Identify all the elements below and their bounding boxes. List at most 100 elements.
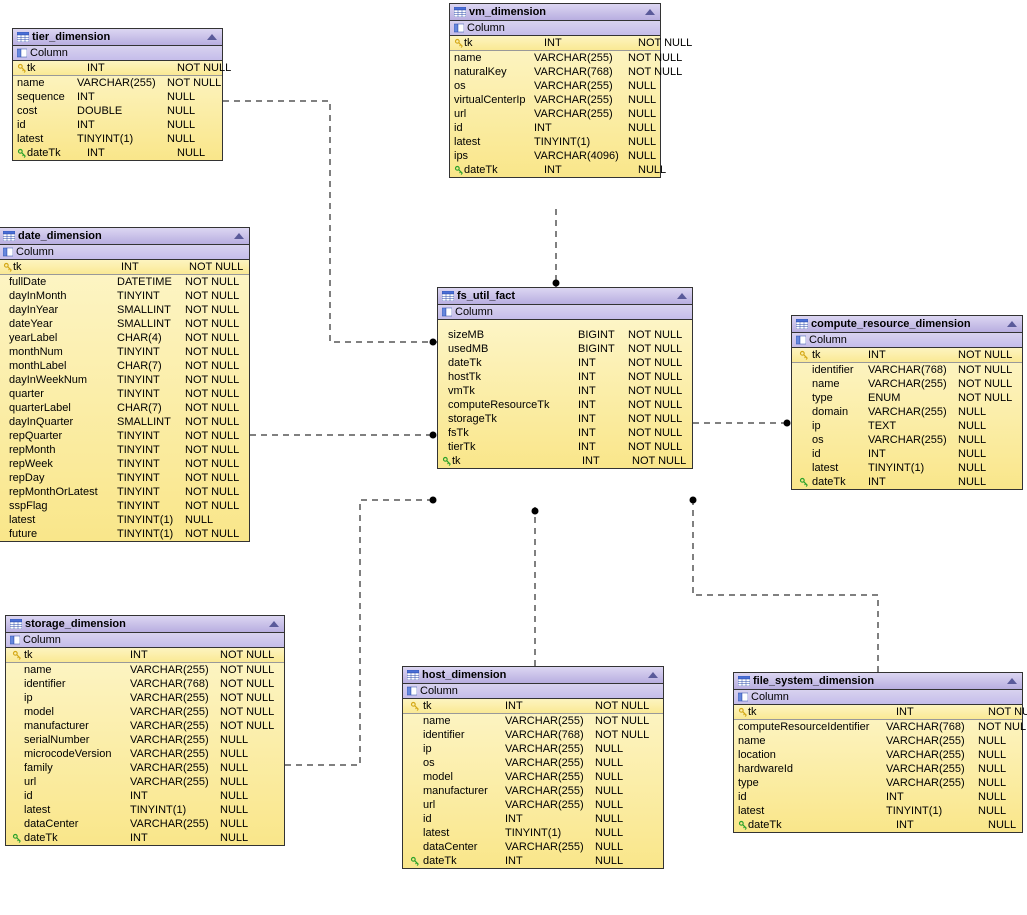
column-type: VARCHAR(255): [130, 748, 220, 760]
collapse-icon[interactable]: [1006, 677, 1018, 685]
column-type: INT: [544, 164, 638, 176]
column-null: NOT NULL: [185, 304, 245, 316]
column-null: NULL: [595, 841, 655, 853]
relationship-end-icon: [553, 280, 560, 287]
entity-file_system_dimension[interactable]: file_system_dimensionColumntkINTNOT NULL…: [733, 672, 1023, 833]
column-type: VARCHAR(255): [130, 706, 220, 718]
column-type: VARCHAR(768): [868, 364, 958, 376]
entity-header[interactable]: tier_dimension: [13, 29, 222, 46]
column-row: dateTkINTNOT NULL: [438, 356, 692, 370]
column-type: TINYINT(1): [117, 514, 185, 526]
column-row: dayInWeekNumTINYINTNOT NULL: [0, 373, 249, 387]
column-type: TINYINT(1): [886, 805, 978, 817]
column-type: VARCHAR(255): [505, 841, 595, 853]
entity-vm_dimension[interactable]: vm_dimensionColumntkINTNOT NULLnameVARCH…: [449, 3, 661, 178]
entity-title: tier_dimension: [32, 31, 110, 43]
column-row: nameVARCHAR(255)NOT NULL: [792, 377, 1022, 391]
primary-key-icon: [17, 63, 27, 73]
column-null: NOT NULL: [628, 329, 688, 341]
column-row: dateTkINTNULL: [6, 831, 284, 845]
column-name: sequence: [17, 91, 77, 103]
column-list: tkINTNOT NULLnameVARCHAR(255)NOT NULLseq…: [13, 61, 222, 160]
column-row: virtualCenterIpVARCHAR(255)NULL: [450, 93, 660, 107]
column-label: Column: [809, 334, 847, 346]
collapse-icon[interactable]: [647, 671, 659, 679]
entity-header[interactable]: file_system_dimension: [734, 673, 1022, 690]
column-null: NULL: [167, 133, 227, 145]
column-type: TINYINT: [117, 290, 185, 302]
column-type: INT: [886, 791, 978, 803]
column-row: nameVARCHAR(255)NOT NULL: [403, 714, 663, 728]
column-null: NOT NULL: [185, 374, 245, 386]
primary-key-icon: [454, 38, 464, 48]
column-null: NULL: [628, 80, 688, 92]
column-type: VARCHAR(255): [886, 735, 978, 747]
column-name: identifier: [423, 729, 505, 741]
collapse-icon[interactable]: [233, 232, 245, 240]
collapse-icon[interactable]: [206, 33, 218, 41]
entity-header[interactable]: storage_dimension: [6, 616, 284, 633]
entity-header[interactable]: fs_util_fact: [438, 288, 692, 305]
column-type: INT: [578, 413, 628, 425]
column-null: NOT NULL: [177, 62, 237, 74]
column-type: VARCHAR(255): [534, 94, 628, 106]
column-null: NOT NULL: [185, 388, 245, 400]
entity-header[interactable]: host_dimension: [403, 667, 663, 684]
column-label: Column: [420, 685, 458, 697]
column-name: dayInMonth: [9, 290, 117, 302]
column-name: ip: [24, 692, 130, 704]
column-null: NOT NULL: [185, 402, 245, 414]
column-type: TINYINT(1): [77, 133, 167, 145]
column-label: Column: [455, 306, 493, 318]
entity-subheader: Column: [0, 245, 249, 260]
entity-title: fs_util_fact: [457, 290, 515, 302]
entity-header[interactable]: vm_dimension: [450, 4, 660, 21]
column-row: ipsVARCHAR(4096)NULL: [450, 149, 660, 163]
column-type: VARCHAR(255): [130, 818, 220, 830]
column-null: NULL: [978, 735, 1027, 747]
entity-header[interactable]: date_dimension: [0, 228, 249, 245]
entity-host_dimension[interactable]: host_dimensionColumntkINTNOT NULLnameVAR…: [402, 666, 664, 869]
entity-storage_dimension[interactable]: storage_dimensionColumntkINTNOT NULLname…: [5, 615, 285, 846]
entity-compute_resource_dimension[interactable]: compute_resource_dimensionColumntkINTNOT…: [791, 315, 1023, 490]
collapse-icon[interactable]: [644, 8, 656, 16]
column-type: INT: [578, 371, 628, 383]
column-list: tkINTNOT NULLnameVARCHAR(255)NOT NULLide…: [6, 648, 284, 845]
column-null: NOT NULL: [220, 720, 280, 732]
column-type: VARCHAR(255): [130, 734, 220, 746]
collapse-icon[interactable]: [268, 620, 280, 628]
column-row: sspFlagTINYINTNOT NULL: [0, 499, 249, 513]
column-type: INT: [896, 706, 988, 718]
column-name: ips: [454, 150, 534, 162]
column-name: name: [812, 378, 868, 390]
column-row: repMonthTINYINTNOT NULL: [0, 443, 249, 457]
entity-date_dimension[interactable]: date_dimensionColumntkINTNOT NULLfullDat…: [0, 227, 250, 542]
entity-fs_util_fact[interactable]: fs_util_factColumnsizeMBBIGINTNOT NULLus…: [437, 287, 693, 469]
column-null: NOT NULL: [220, 678, 280, 690]
column-name: computeResourceTk: [448, 399, 578, 411]
column-null: NULL: [978, 763, 1027, 775]
column-name: sspFlag: [9, 500, 117, 512]
column-null: NOT NULL: [185, 416, 245, 428]
column-name: latest: [738, 805, 886, 817]
column-name: tk: [452, 455, 582, 467]
column-type: TINYINT: [117, 346, 185, 358]
entity-header[interactable]: compute_resource_dimension: [792, 316, 1022, 333]
column-type: TINYINT: [117, 500, 185, 512]
collapse-icon[interactable]: [676, 292, 688, 300]
column-type: INT: [505, 700, 595, 712]
column-null: NOT NULL: [595, 700, 655, 712]
entity-tier_dimension[interactable]: tier_dimensionColumntkINTNOT NULLnameVAR…: [12, 28, 223, 161]
column-name: dayInQuarter: [9, 416, 117, 428]
column-type: VARCHAR(255): [534, 52, 628, 64]
column-list: tkINTNOT NULLnameVARCHAR(255)NOT NULLnat…: [450, 36, 660, 177]
collapse-icon[interactable]: [1006, 320, 1018, 328]
column-name: dayInWeekNum: [9, 374, 117, 386]
column-name: id: [24, 790, 130, 802]
column-name: dateTk: [812, 476, 868, 488]
column-null: NULL: [220, 734, 280, 746]
column-row: nameVARCHAR(255)NOT NULL: [450, 51, 660, 65]
column-row: sequenceINTNULL: [13, 90, 222, 104]
column-null: NOT NULL: [628, 399, 688, 411]
column-name: dataCenter: [423, 841, 505, 853]
